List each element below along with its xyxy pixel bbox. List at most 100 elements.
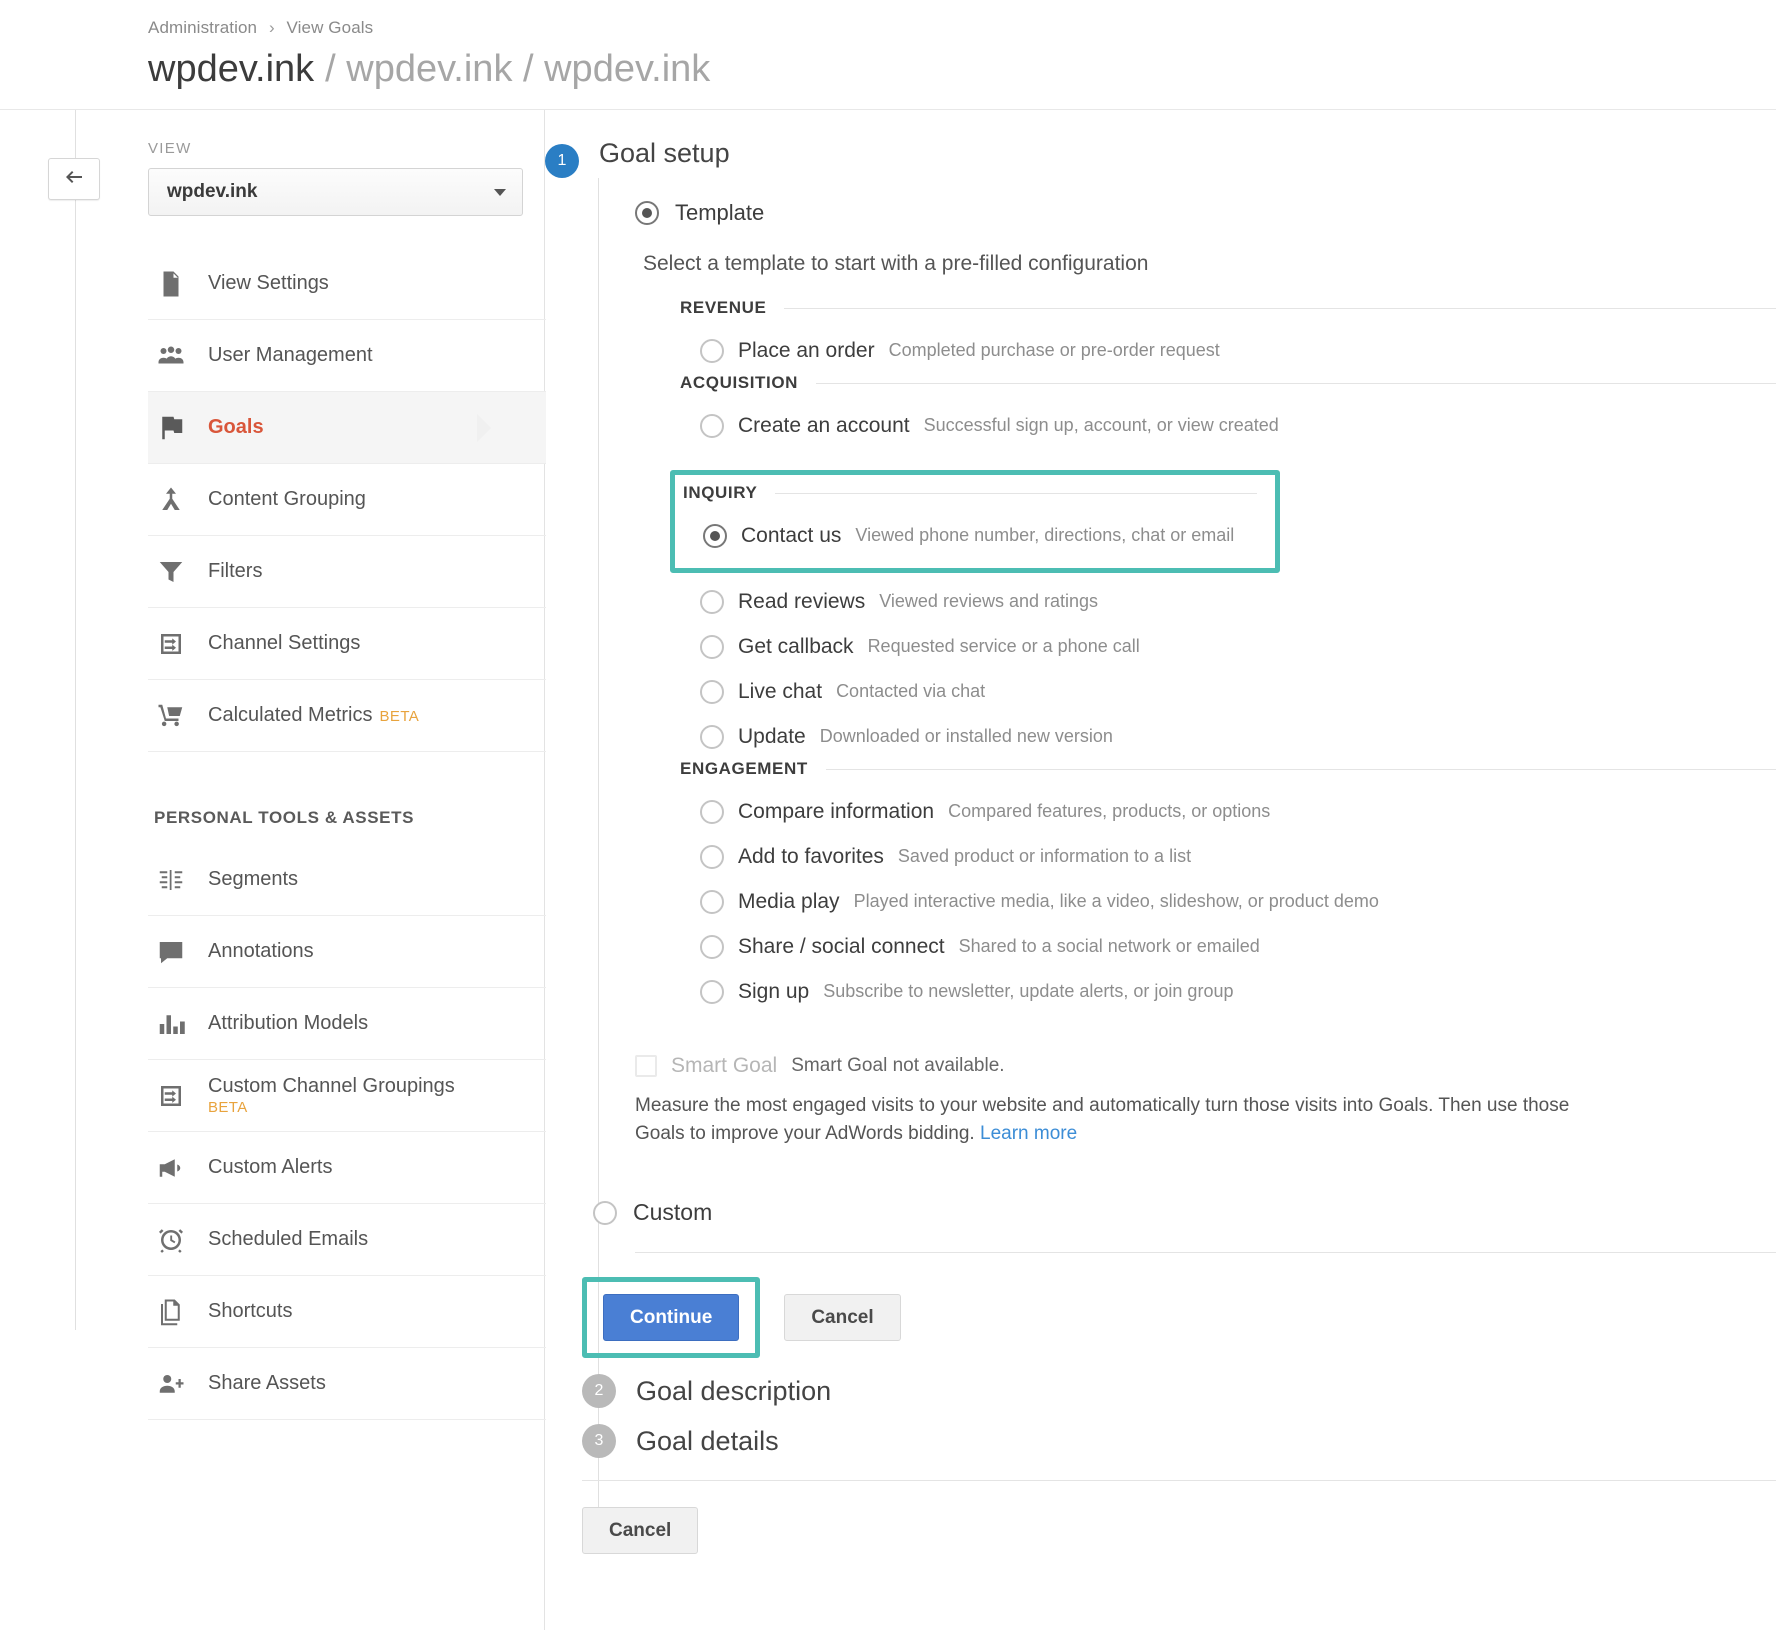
group-title: INQUIRY (683, 483, 758, 502)
option-label: Media play (738, 889, 840, 913)
template-option-create-an-account[interactable]: Create an account Successful sign up, ac… (680, 403, 1776, 448)
sidebar-item-scheduled-emails[interactable]: Scheduled Emails (148, 1204, 546, 1276)
goal-setup-main: 1 Goal setup Template Select a template … (545, 110, 1776, 1630)
option-radio[interactable] (700, 979, 724, 1004)
sidebar-item-segments[interactable]: Segments (148, 844, 546, 916)
group-title: ENGAGEMENT (680, 759, 808, 778)
step-1-actions: Continue Cancel (582, 1277, 1776, 1359)
group-options: Contact us Viewed phone number, directio… (683, 513, 1257, 558)
template-option-get-callback[interactable]: Get callback Requested service or a phon… (680, 624, 1776, 669)
sidebar-item-custom-channel-groupings[interactable]: Custom Channel Groupings BETA (148, 1060, 546, 1132)
option-radio[interactable] (700, 338, 724, 363)
step-3-header[interactable]: 3 Goal details (582, 1424, 1776, 1459)
sidebar-item-label: Goals (208, 416, 264, 439)
sidebar-item-shortcuts[interactable]: Shortcuts (148, 1276, 546, 1348)
person-add-icon (154, 1367, 188, 1401)
view-selector[interactable]: wpdev.ink (148, 168, 523, 216)
template-option-read-reviews[interactable]: Read reviews Viewed reviews and ratings (680, 579, 1776, 624)
step-1-number: 1 (545, 144, 579, 178)
group-options: Place an order Completed purchase or pre… (680, 328, 1776, 373)
sidebar-item-annotations[interactable]: Annotations (148, 916, 546, 988)
sidebar-item-label: Annotations (208, 940, 314, 963)
beta-badge: BETA (208, 1099, 248, 1117)
template-option-compare-information[interactable]: Compare information Compared features, p… (680, 789, 1776, 834)
template-option-media-play[interactable]: Media play Played interactive media, lik… (680, 879, 1776, 924)
sidebar-item-ecommerce-settings[interactable]: Calculated Metrics BETA (148, 680, 546, 752)
group-header: REVENUE (680, 298, 1776, 318)
step-1-body: Template Select a template to start with… (582, 178, 1776, 1555)
template-hint: Select a template to start with a pre-fi… (643, 252, 1149, 275)
sidebar-item-content-grouping[interactable]: Content Grouping (148, 464, 546, 536)
sidebar-rail (75, 110, 76, 1330)
smart-goal-radio (635, 1055, 657, 1077)
option-description: Played interactive media, like a video, … (853, 891, 1379, 911)
template-group-revenue: REVENUE Place an order Completed purchas… (680, 298, 1776, 373)
template-option-update[interactable]: Update Downloaded or installed new versi… (680, 714, 1776, 759)
breadcrumb: Administration › View Goals (148, 18, 1776, 38)
option-radio[interactable] (700, 679, 724, 704)
option-label: Share / social connect (738, 934, 945, 958)
sidebar-item-filters[interactable]: Filters (148, 536, 546, 608)
group-options: Compare information Compared features, p… (680, 789, 1776, 1014)
sidebar-item-share-assets[interactable]: Share Assets (148, 1348, 546, 1420)
custom-radio[interactable] (593, 1200, 617, 1225)
page-title-account: wpdev.ink (148, 48, 315, 90)
option-radio[interactable] (703, 523, 727, 548)
option-radio[interactable] (700, 724, 724, 749)
template-option-live-chat[interactable]: Live chat Contacted via chat (680, 669, 1776, 714)
back-arrow-icon (62, 165, 86, 194)
template-option-add-to-favorites[interactable]: Add to favorites Saved product or inform… (680, 834, 1776, 879)
template-option-place-an-order[interactable]: Place an order Completed purchase or pre… (680, 328, 1776, 373)
content-grouping-icon (154, 483, 188, 517)
option-radio[interactable] (700, 844, 724, 869)
flag-icon (154, 411, 188, 445)
sidebar-item-label: Custom Channel Groupings BETA (208, 1074, 455, 1118)
sidebar-item-label: View Settings (208, 272, 329, 295)
continue-button[interactable]: Continue (603, 1294, 740, 1342)
people-icon (154, 339, 188, 373)
sidebar-item-goals[interactable]: Goals (148, 392, 546, 464)
page-title-path: / wpdev.ink / wpdev.ink (325, 48, 711, 90)
breadcrumb-item-view-goals[interactable]: View Goals (287, 18, 374, 37)
template-radio-row[interactable]: Template (635, 200, 1776, 226)
option-radio[interactable] (700, 413, 724, 438)
sidebar-item-label: Shortcuts (208, 1300, 293, 1323)
group-header: ENGAGEMENT (680, 759, 1776, 779)
template-option-contact-us[interactable]: Contact us Viewed phone number, directio… (683, 513, 1257, 558)
template-option-sign-up[interactable]: Sign up Subscribe to newsletter, update … (680, 969, 1776, 1014)
page-title: wpdev.ink / wpdev.ink / wpdev.ink (148, 48, 1776, 91)
sidebar-item-user-management[interactable]: User Management (148, 320, 546, 392)
alarm-clock-icon (154, 1223, 188, 1257)
megaphone-icon (154, 1151, 188, 1185)
footer-cancel-button[interactable]: Cancel (582, 1507, 699, 1555)
sidebar-item-label: Filters (208, 560, 263, 583)
option-radio[interactable] (700, 799, 724, 824)
option-radio[interactable] (700, 889, 724, 914)
option-description: Shared to a social network or emailed (958, 936, 1260, 956)
cancel-button[interactable]: Cancel (784, 1294, 901, 1342)
option-radio[interactable] (700, 589, 724, 614)
learn-more-link[interactable]: Learn more (980, 1123, 1077, 1144)
back-button[interactable] (48, 158, 100, 200)
sidebar-item-label: Content Grouping (208, 488, 366, 511)
sidebar-item-custom-alerts[interactable]: Custom Alerts (148, 1132, 546, 1204)
template-option-share-social-connect[interactable]: Share / social connect Shared to a socia… (680, 924, 1776, 969)
breadcrumb-item-administration[interactable]: Administration (148, 18, 257, 37)
template-groups: REVENUE Place an order Completed purchas… (670, 298, 1776, 1014)
group-divider (816, 382, 1776, 384)
shopping-cart-icon (154, 699, 188, 733)
option-radio[interactable] (700, 934, 724, 959)
sidebar-section-personal-tools: PERSONAL TOOLS & ASSETS (154, 808, 415, 827)
sidebar-item-view-settings[interactable]: View Settings (148, 248, 546, 320)
step-2-header[interactable]: 2 Goal description (582, 1374, 1776, 1409)
option-label: Place an order (738, 338, 875, 362)
view-selector-value: wpdev.ink (167, 181, 258, 202)
sidebar-item-attribution-models[interactable]: Attribution Models (148, 988, 546, 1060)
custom-radio-row[interactable]: Custom (593, 1199, 1776, 1226)
sidebar-item-channel-settings[interactable]: Channel Settings (148, 608, 546, 680)
template-radio[interactable] (635, 201, 659, 225)
option-label: Compare information (738, 799, 935, 823)
option-radio[interactable] (700, 634, 724, 659)
template-radio-label: Template (675, 200, 765, 225)
annotation-icon (154, 935, 188, 969)
